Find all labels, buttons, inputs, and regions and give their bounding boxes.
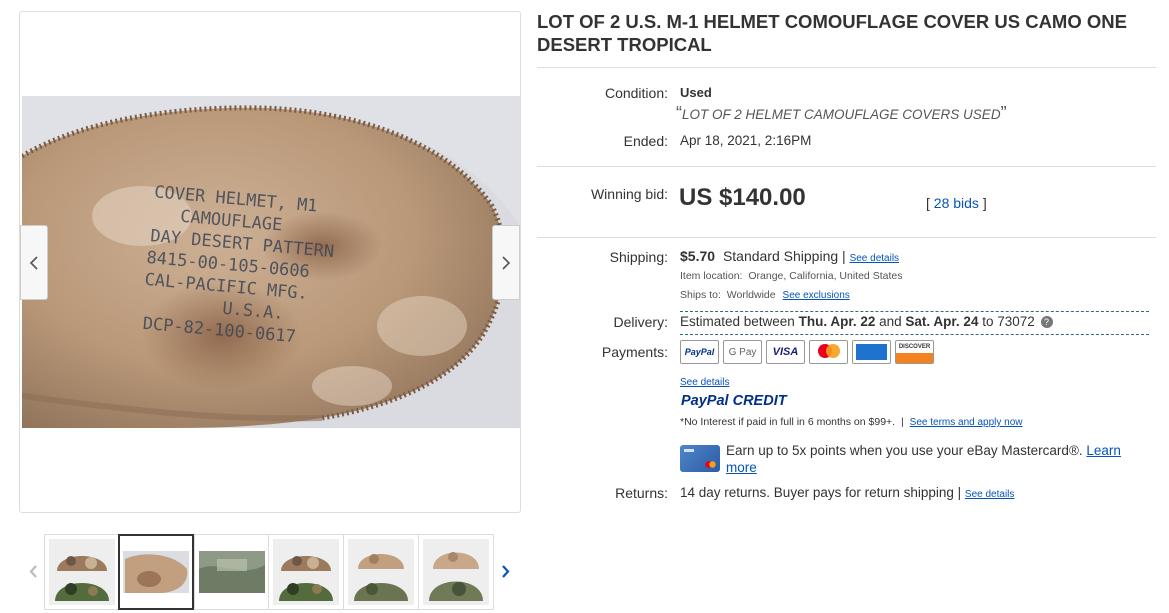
thumbnail-1[interactable] — [44, 534, 120, 610]
thumbnail-6[interactable] — [418, 534, 494, 610]
thumbnail-image — [49, 539, 115, 605]
ended-label: Ended: — [623, 133, 668, 149]
ships-to: Ships to: Worldwide See exclusions — [680, 289, 850, 301]
condition-note-text: LOT OF 2 HELMET CAMOUFLAGE COVERS USED — [682, 107, 1001, 122]
delivery-zip: to 73072 — [982, 314, 1035, 329]
thumbnail-image — [273, 539, 339, 605]
main-product-photo[interactable]: COVER HELMET, M1 CAMOUFLAGE DAY DESERT P… — [22, 96, 520, 428]
paypal-text: PayPal — [684, 347, 715, 357]
mastercard-offer-text: Earn up to 5x points when you use your e… — [726, 443, 1083, 458]
thumbnail-2[interactable] — [118, 534, 194, 610]
item-location-value: Orange, California, United States — [748, 270, 903, 282]
chevron-left-icon — [29, 564, 37, 578]
see-exclusions-link[interactable]: See exclusions — [783, 290, 850, 301]
divider — [537, 67, 1156, 68]
credit-note: *No Interest if paid in full in 6 months… — [680, 416, 1023, 428]
paypal-credit-word: CREDIT — [732, 393, 787, 409]
payments-see-details-link[interactable]: See details — [680, 377, 729, 388]
amex-logo-icon — [852, 340, 891, 364]
bracket: ] — [982, 195, 987, 211]
thumbnail-3[interactable] — [194, 534, 270, 610]
thumbnail-image — [348, 539, 414, 605]
delivery-start: Thu. Apr. 22 — [798, 314, 876, 329]
shipping-label: Shipping: — [609, 249, 668, 265]
google-pay-logo-icon: G Pay — [723, 340, 762, 364]
dotted-divider — [680, 334, 1149, 335]
previous-image-button[interactable] — [20, 225, 48, 300]
condition-value: Used — [680, 85, 712, 100]
paypal-credit-pay: PayPal — [681, 393, 729, 409]
item-location: Item location: Orange, California, Unite… — [680, 270, 902, 282]
mastercard-offer: Earn up to 5x points when you use your e… — [726, 442, 1146, 476]
ended-value: Apr 18, 2021, 2:16PM — [680, 133, 812, 148]
returns-label: Returns: — [615, 485, 668, 501]
mastercard-circles — [817, 344, 840, 358]
bracket: [ — [926, 195, 930, 211]
credit-note-text: *No Interest if paid in full in 6 months… — [680, 416, 896, 428]
image-viewer: COVER HELMET, M1 CAMOUFLAGE DAY DESERT P… — [19, 11, 521, 513]
thumbnail-image — [199, 539, 265, 605]
returns-value: 14 day returns. Buyer pays for return sh… — [680, 485, 962, 500]
thumbnail-image — [123, 539, 189, 605]
item-location-label: Item location: — [680, 270, 743, 282]
listing-title: LOT OF 2 U.S. M-1 HELMET COMOUFLAGE COVE… — [537, 11, 1127, 55]
thumbnail-strip — [19, 533, 521, 613]
winning-bid-label: Winning bid: — [590, 186, 668, 202]
ships-to-label: Ships to: — [680, 289, 721, 301]
winning-bid-price: US $140.00 — [679, 184, 806, 211]
discover-text: DISCOVER — [898, 344, 931, 350]
delivery-estimate: Estimated between Thu. Apr. 22 and Sat. … — [680, 314, 1053, 329]
returns-see-details-link[interactable]: See details — [965, 489, 1014, 500]
google-pay-text: G Pay — [728, 346, 757, 358]
help-icon[interactable]: ? — [1040, 316, 1053, 328]
separator: | — [901, 416, 904, 428]
thumbnail-next-button[interactable] — [497, 561, 513, 581]
ebay-mastercard-icon — [680, 445, 720, 472]
visa-logo-icon: VISA — [766, 340, 805, 364]
paypal-logo-icon: PayPal — [680, 340, 719, 364]
mastercard-logo-icon — [809, 340, 848, 364]
shipping-line: $5.70 Standard Shipping | See details — [680, 248, 899, 264]
thumbnail-image — [423, 539, 489, 605]
shipping-cost: $5.70 — [680, 248, 716, 264]
thumbnail-4[interactable] — [268, 534, 344, 610]
chevron-right-icon — [501, 564, 509, 578]
discover-logo-icon: DISCOVER — [895, 340, 934, 364]
condition-note: “LOT OF 2 HELMET CAMOUFLAGE COVERS USED” — [676, 103, 1007, 123]
visa-text: VISA — [772, 346, 799, 358]
chevron-left-icon — [29, 255, 38, 270]
ships-to-value: Worldwide — [726, 289, 776, 301]
see-terms-link[interactable]: See terms and apply now — [910, 417, 1023, 428]
delivery-prefix: Estimated between — [680, 314, 795, 329]
thumbnail-prev-button[interactable] — [25, 561, 41, 581]
bid-count: [ 28 bids ] — [926, 195, 987, 211]
divider — [537, 166, 1156, 167]
condition-label: Condition: — [604, 85, 668, 101]
divider — [537, 237, 1156, 238]
paypal-credit-logo-icon: PayPal CREDIT — [681, 393, 787, 409]
next-image-button[interactable] — [492, 225, 520, 300]
thumbnail-5[interactable] — [343, 534, 419, 610]
returns-policy: 14 day returns. Buyer pays for return sh… — [680, 485, 1014, 500]
chevron-right-icon — [502, 255, 511, 270]
dotted-divider — [680, 311, 1149, 312]
delivery-and: and — [879, 314, 902, 329]
shipping-method: Standard Shipping | — [722, 248, 846, 264]
delivery-label: Delivery: — [613, 314, 668, 330]
payments-details: See details — [680, 372, 729, 388]
bid-count-link[interactable]: 28 bids — [934, 195, 979, 211]
shipping-see-details-link[interactable]: See details — [850, 253, 899, 264]
payments-label: Payments: — [601, 344, 668, 360]
payment-methods: PayPal G Pay VISA DISCOVER — [680, 340, 934, 364]
delivery-end: Sat. Apr. 24 — [905, 314, 979, 329]
